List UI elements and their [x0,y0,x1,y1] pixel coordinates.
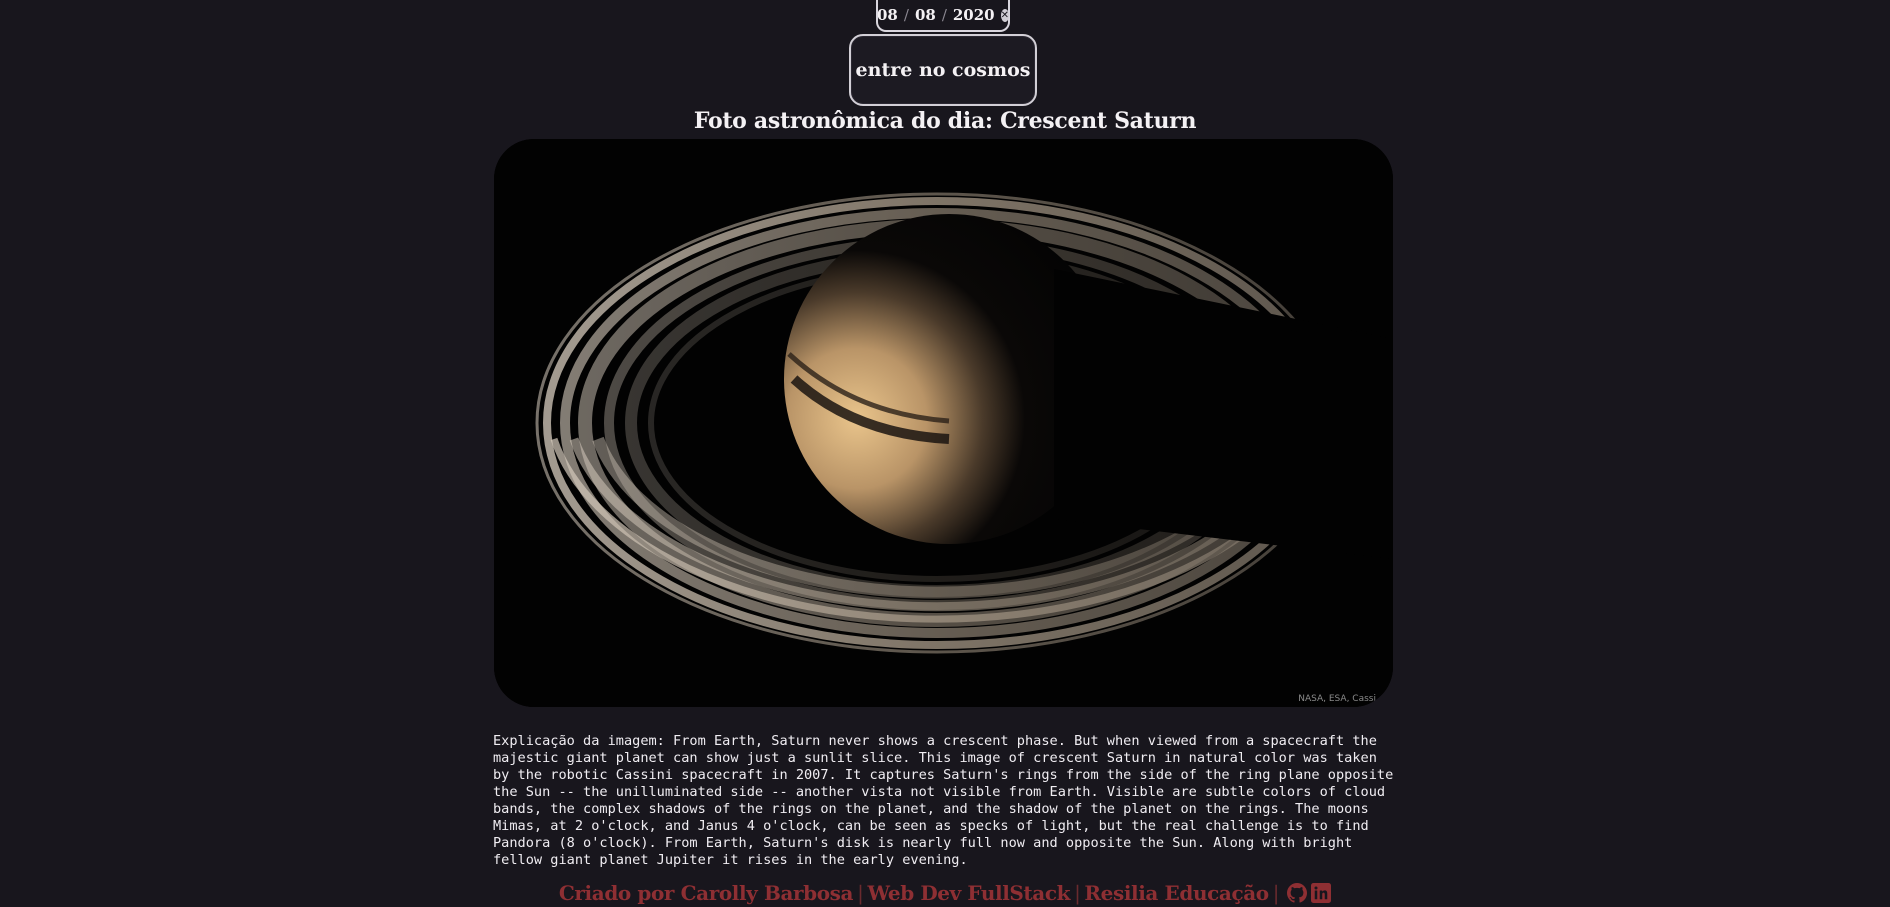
saturn-photo: NASA, ESA, Cassi [494,139,1393,707]
footer-separator: | [1074,881,1081,905]
page-title: Foto astronômica do dia: Crescent Saturn [693,108,1197,134]
school-link[interactable]: Resilia Educação [1084,881,1269,905]
date-month[interactable]: 08 [915,6,936,24]
author-link[interactable]: Criado por Carolly Barbosa [559,881,854,905]
image-credit: NASA, ESA, Cassi [1298,694,1376,704]
enter-cosmos-button[interactable]: entre no cosmos [849,34,1037,106]
image-explanation: Explicação da imagem: From Earth, Saturn… [493,733,1394,868]
clear-circle-icon[interactable]: ✕ [1000,8,1010,22]
date-separator: / [903,6,909,24]
footer-separator: | [1272,881,1280,905]
footer-separator: | [857,881,864,905]
apod-image: NASA, ESA, Cassi [494,139,1393,707]
github-icon[interactable] [1287,883,1308,903]
date-picker[interactable]: 08 / 08 / 2020 ✕ [876,0,1010,32]
course-link[interactable]: Web Dev FullStack [867,881,1070,905]
date-separator: / [941,6,947,24]
linkedin-icon[interactable] [1311,883,1332,903]
footer: Criado por Carolly Barbosa | Web Dev FullS… [0,881,1890,905]
date-day[interactable]: 08 [877,6,898,24]
date-year[interactable]: 2020 [953,6,995,24]
